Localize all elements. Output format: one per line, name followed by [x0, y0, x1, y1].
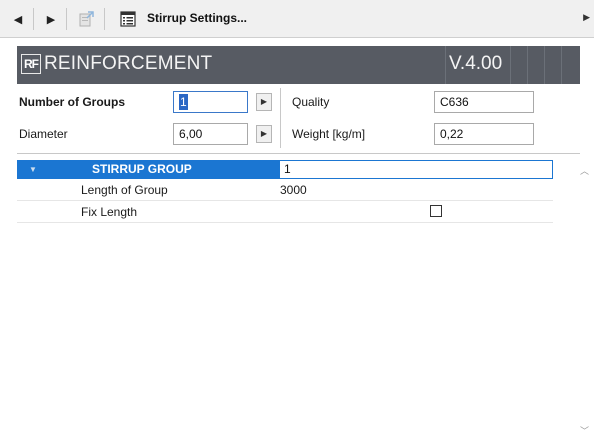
- banner-divider: [544, 46, 545, 84]
- toolbar-divider: [33, 8, 34, 30]
- vertical-scrollbar[interactable]: ︿ ﹀: [577, 160, 594, 439]
- stirrup-group-label: STIRRUP GROUP: [92, 162, 192, 176]
- version-label: V.4.00: [449, 53, 503, 74]
- banner-divider: [510, 46, 511, 84]
- section-divider: [17, 153, 580, 154]
- toolbar-more-icon[interactable]: ▶: [583, 12, 590, 23]
- stirrup-group-list: ▼ STIRRUP GROUP 1 Length of Group 3000 F…: [17, 160, 577, 439]
- header-banner: RF REINFORCEMENT V.4.00: [17, 46, 580, 84]
- settings-list-icon[interactable]: [117, 8, 139, 30]
- scroll-up-icon[interactable]: ︿: [580, 164, 589, 177]
- toolbar: ◀ ▶ Stirrup Settings... ▶: [0, 0, 594, 38]
- collapse-triangle-icon[interactable]: ▼: [29, 165, 37, 174]
- toolbar-divider: [104, 8, 105, 30]
- back-arrow-icon[interactable]: ◀: [7, 8, 29, 30]
- number-of-groups-field[interactable]: 1: [173, 91, 248, 113]
- weight-label: Weight [kg/m]: [292, 127, 366, 141]
- length-of-group-value[interactable]: 3000: [280, 183, 307, 197]
- diameter-field[interactable]: 6,00: [173, 123, 248, 145]
- length-of-group-label: Length of Group: [81, 183, 168, 197]
- diameter-label: Diameter: [19, 127, 68, 141]
- weight-field[interactable]: 0,22: [434, 123, 534, 145]
- quality-field[interactable]: C636: [434, 91, 534, 113]
- fix-length-label: Fix Length: [81, 205, 138, 219]
- toolbar-divider: [66, 8, 67, 30]
- property-row-length-of-group: Length of Group 3000: [17, 179, 553, 201]
- form-divider: [280, 88, 281, 148]
- export-document-icon[interactable]: [75, 8, 97, 30]
- banner-divider: [527, 46, 528, 84]
- toolbar-title: Stirrup Settings...: [147, 11, 248, 25]
- stirrup-group-value-field[interactable]: 1: [279, 160, 553, 179]
- banner-divider: [445, 46, 446, 84]
- banner-divider: [561, 46, 562, 84]
- fix-length-checkbox[interactable]: [430, 205, 442, 217]
- stirrup-group-row[interactable]: ▼ STIRRUP GROUP 1: [17, 160, 553, 179]
- diameter-arrow-button[interactable]: ▶: [256, 125, 272, 143]
- forward-arrow-icon[interactable]: ▶: [40, 8, 62, 30]
- number-of-groups-label: Number of Groups: [19, 95, 126, 109]
- property-row-fix-length: Fix Length: [17, 201, 553, 223]
- groups-arrow-button[interactable]: ▶: [256, 93, 272, 111]
- scroll-down-icon[interactable]: ﹀: [580, 424, 589, 437]
- brand-logo: RF: [21, 54, 41, 74]
- banner-title: REINFORCEMENT: [44, 53, 213, 74]
- quality-label: Quality: [292, 95, 330, 109]
